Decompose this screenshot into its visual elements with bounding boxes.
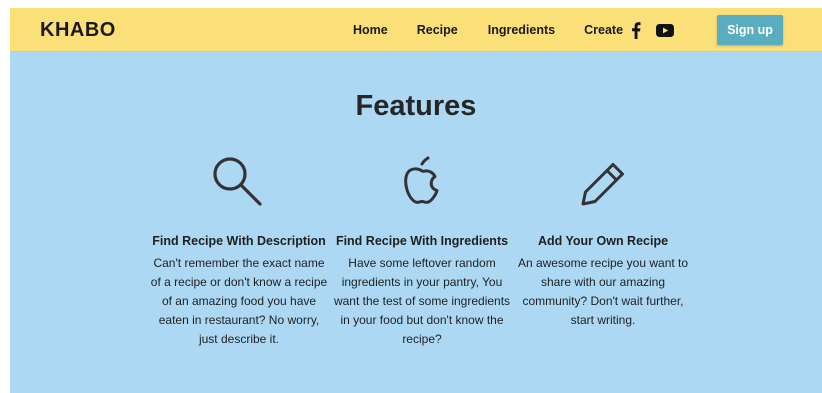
nav-link-create[interactable]: Create [584,23,623,39]
nav-link-home[interactable]: Home [353,23,388,39]
feature-card-title: Find Recipe With Ingredients [335,234,509,248]
feature-card-title: Find Recipe With Description [152,234,326,248]
brand-logo[interactable]: KHABO [40,19,116,42]
signup-button[interactable]: Sign up [717,15,783,45]
features-title: Features [355,90,477,122]
feature-card-description-text: Can't remember the exact name of a recip… [150,256,328,346]
pencil-icon [513,152,693,214]
youtube-icon[interactable] [656,21,674,39]
nav-link-ingredients[interactable]: Ingredients [488,23,555,39]
search-icon [149,152,329,214]
feature-card-add-recipe: Add Your Own Recipe An awesome recipe yo… [513,152,693,330]
apple-icon [332,152,512,214]
feature-card-title: Add Your Own Recipe [537,234,669,248]
features-section: Features Find Recipe With Description Ca… [10,52,822,393]
nav-links: Home Recipe Ingredients Create [353,23,652,39]
page-frame: KHABO Home Recipe Ingredients Create Sig… [10,8,822,393]
facebook-icon[interactable] [627,21,645,39]
navbar: KHABO Home Recipe Ingredients Create Sig… [10,8,822,52]
feature-card-ingredients: Find Recipe With Ingredients Have some l… [332,152,512,349]
feature-card-description-text: Have some leftover random ingredients in… [333,256,511,346]
feature-card-description-text: An awesome recipe you want to share with… [517,256,689,327]
feature-card-description: Find Recipe With Description Can't remem… [149,152,329,349]
nav-link-recipe[interactable]: Recipe [417,23,458,39]
